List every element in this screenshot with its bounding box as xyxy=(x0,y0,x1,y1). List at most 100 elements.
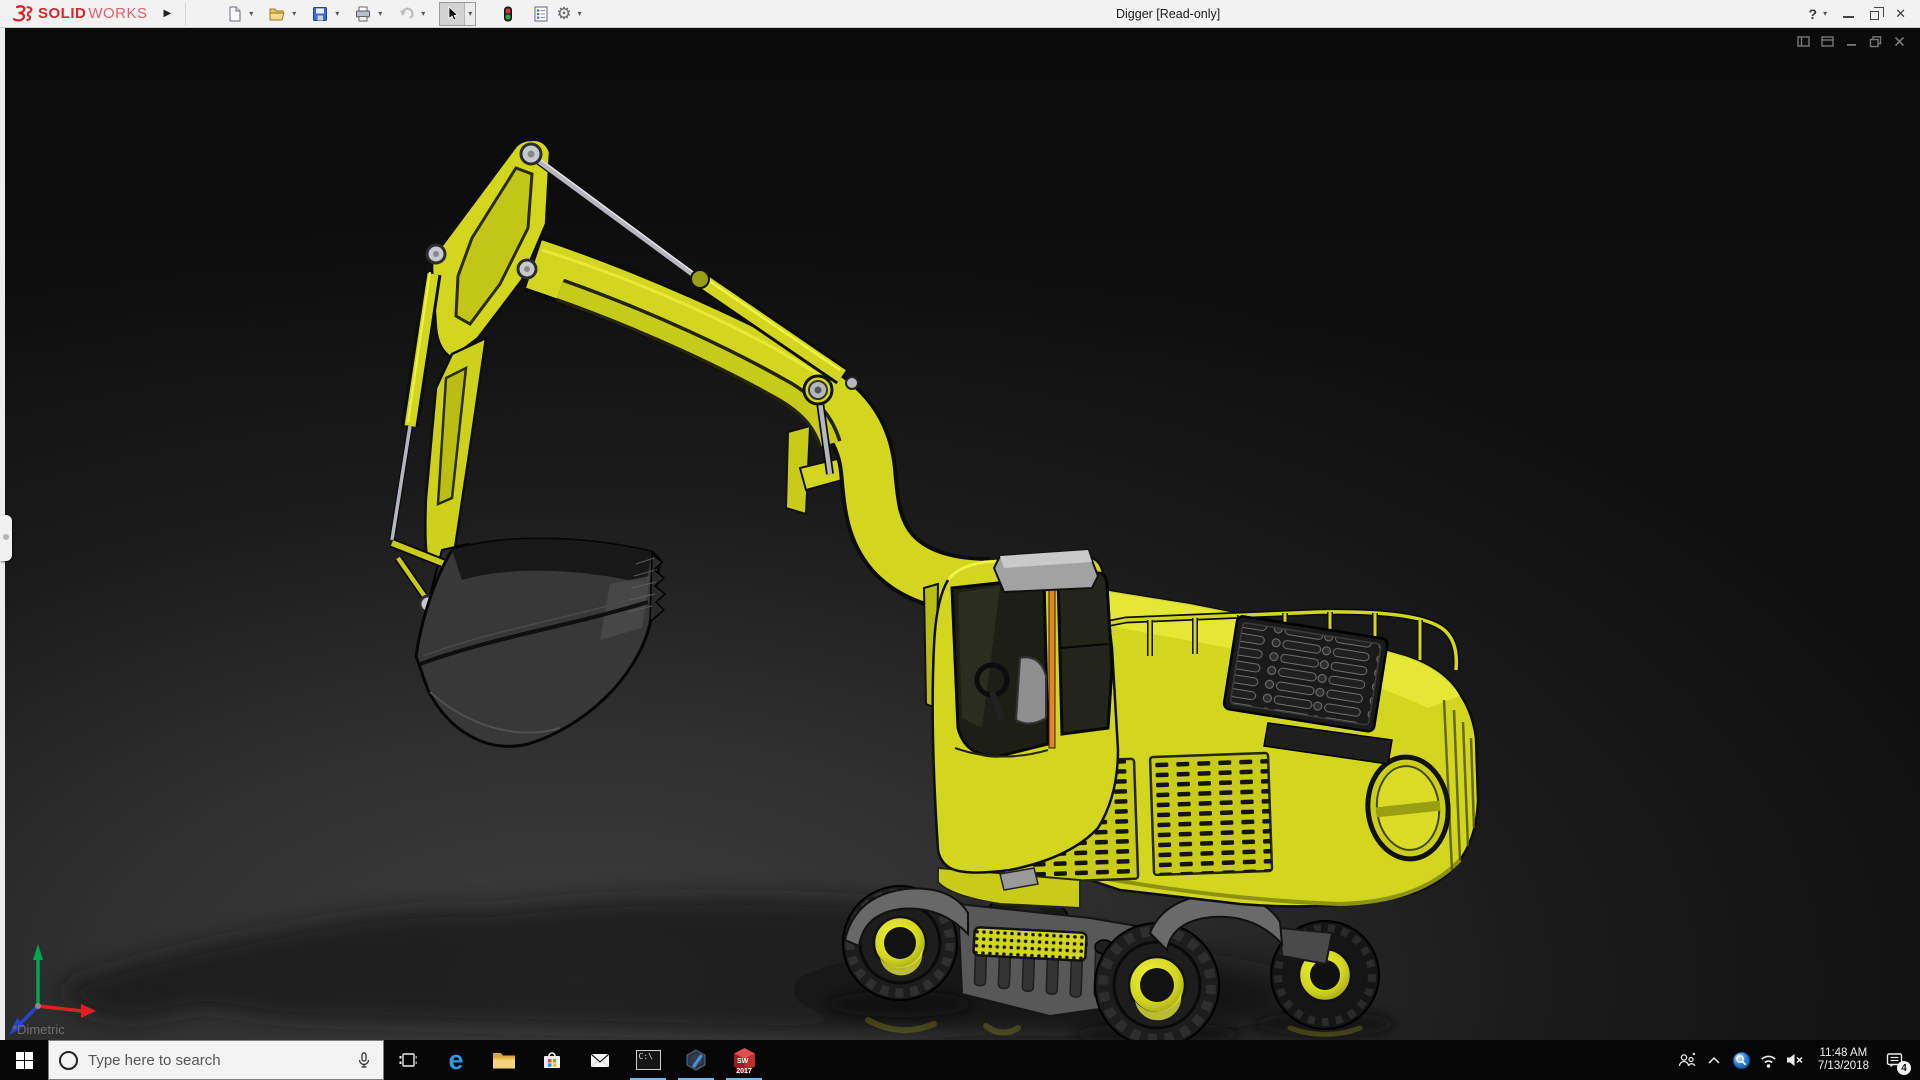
taskbar-search[interactable] xyxy=(48,1040,384,1080)
options-gear-icon: ⚙ xyxy=(556,4,572,23)
viewport-top-fade xyxy=(0,28,1920,388)
store-bag-icon xyxy=(544,1052,560,1068)
rebuild-button[interactable] xyxy=(496,2,520,26)
hidden-icons-chevron-icon xyxy=(1708,1056,1720,1064)
system-tray: 11:48 AM 7/13/2018 4 xyxy=(1674,1040,1920,1080)
undo-arrow-icon xyxy=(400,7,414,19)
options-button[interactable]: ⚙ xyxy=(553,2,574,26)
taskbar-app-store[interactable] xyxy=(528,1040,576,1080)
people-button[interactable] xyxy=(1674,1040,1701,1080)
taskbar-app-mail[interactable] xyxy=(576,1040,624,1080)
help-button[interactable]: ? xyxy=(1809,6,1818,22)
console-icon: C:\ xyxy=(635,1050,661,1070)
select-tool-group: ▾ xyxy=(439,1,477,26)
feature-manager-flyout-tab[interactable] xyxy=(0,515,12,561)
search-input[interactable] xyxy=(88,1051,345,1069)
new-dropdown-caret[interactable]: ▾ xyxy=(246,9,256,18)
edge-icon: e xyxy=(448,1044,464,1075)
select-dropdown-button[interactable]: ▾ xyxy=(464,2,476,25)
select-button-active[interactable] xyxy=(440,2,465,25)
document-title: Digger [Read-only] xyxy=(1116,7,1221,21)
options-dropdown-caret[interactable]: ▾ xyxy=(575,9,585,18)
window-controls: ? ▾ ✕ xyxy=(1809,0,1920,27)
seat xyxy=(1014,656,1047,725)
dassault-3s-icon xyxy=(12,5,33,22)
select-cursor-icon xyxy=(448,5,459,20)
file-properties-button[interactable] xyxy=(529,2,553,26)
time: 11:48 AM xyxy=(1819,1047,1868,1059)
step-grille xyxy=(972,926,1088,962)
mail-envelope-icon xyxy=(590,1053,610,1067)
taskbar-app-file-explorer[interactable] xyxy=(480,1040,528,1080)
file-properties-icon xyxy=(534,6,548,21)
action-center-button[interactable]: 4 xyxy=(1878,1040,1912,1080)
wifi-icon xyxy=(1761,1055,1776,1068)
volume-button[interactable] xyxy=(1782,1040,1809,1080)
title-bar: SOLID WORKS ▶ ▾ ▾ ▾ ▾ ▾ ▾ ⚙ ▾ Digger [Re… xyxy=(0,0,1920,28)
save-button[interactable] xyxy=(308,2,332,26)
open-button[interactable] xyxy=(265,2,289,26)
side-window xyxy=(1056,571,1114,736)
task-view-icon xyxy=(399,1053,417,1067)
new-document-button[interactable] xyxy=(222,2,246,26)
brand-solid: SOLID xyxy=(38,5,87,22)
solidworks-cube-icon: SW 2017 xyxy=(731,1047,758,1075)
pane-icon[interactable] xyxy=(1797,35,1810,48)
close-button[interactable]: ✕ xyxy=(1895,6,1906,22)
new-document-icon xyxy=(229,6,241,21)
undo-button-disabled[interactable] xyxy=(394,2,418,26)
notification-badge: 4 xyxy=(1897,1061,1911,1075)
brand-works: WORKS xyxy=(88,5,148,22)
save-floppy-icon xyxy=(313,6,328,21)
open-dropdown-caret[interactable]: ▾ xyxy=(289,9,299,18)
volume-muted-icon xyxy=(1787,1054,1803,1066)
save-dropdown-caret[interactable]: ▾ xyxy=(332,9,342,18)
doc-restore-icon[interactable] xyxy=(1869,35,1882,48)
hidden-icons-button[interactable] xyxy=(1701,1040,1728,1080)
folder-icon xyxy=(493,1053,515,1069)
windows-start-icon xyxy=(15,1051,33,1069)
undo-dropdown-caret[interactable]: ▾ xyxy=(418,9,428,18)
date: 7/13/2018 xyxy=(1817,1060,1869,1072)
open-folder-icon xyxy=(269,8,285,20)
print-dropdown-caret[interactable]: ▾ xyxy=(375,9,385,18)
taskbar-app-solidworks[interactable]: SW 2017 xyxy=(720,1040,768,1080)
help-dropdown-caret[interactable]: ▾ xyxy=(1823,9,1827,18)
people-icon xyxy=(1679,1052,1696,1067)
restore-button[interactable] xyxy=(1870,6,1884,20)
quick-access-toolbar: ▾ ▾ ▾ ▾ ▾ ▾ ⚙ ▾ xyxy=(222,0,584,27)
menu-flyout-arrow-icon[interactable]: ▶ xyxy=(160,6,176,21)
door-stripe xyxy=(1048,575,1056,749)
windows-taskbar: e C:\ xyxy=(0,1040,1920,1080)
rebuild-traffic-light-icon xyxy=(504,6,513,21)
print-icon xyxy=(356,6,371,21)
microphone-icon[interactable] xyxy=(355,1051,373,1069)
side-vent-panel-2 xyxy=(1148,751,1274,877)
svg-text:SW: SW xyxy=(737,1058,749,1065)
taskbar-app-edrawings[interactable] xyxy=(672,1040,720,1080)
divider xyxy=(185,2,187,25)
taskbar-app-edge[interactable]: e xyxy=(432,1040,480,1080)
start-button[interactable] xyxy=(0,1040,48,1080)
resource-monitor-icon xyxy=(1732,1051,1751,1069)
doc-close-icon[interactable] xyxy=(1893,35,1906,48)
resource-monitor-button[interactable] xyxy=(1728,1040,1755,1080)
doc-minimize-icon[interactable] xyxy=(1845,35,1858,48)
taskbar-clock[interactable]: 11:48 AM 7/13/2018 xyxy=(1809,1047,1878,1073)
3d-viewport[interactable]: *Dimetric xyxy=(0,28,1920,1040)
cortana-circle-icon xyxy=(59,1050,78,1070)
minimize-button[interactable] xyxy=(1843,15,1855,18)
task-view-button[interactable] xyxy=(384,1040,432,1080)
taskbar-app-command-prompt[interactable]: C:\ xyxy=(624,1040,672,1080)
bucket-teeth xyxy=(649,552,667,624)
excavator-model-scene xyxy=(0,28,1920,1040)
roof-muffler-box xyxy=(992,548,1100,594)
view-orientation-label: *Dimetric xyxy=(12,1022,65,1037)
document-window-controls xyxy=(1797,35,1906,48)
hexagon-badge-icon xyxy=(686,1049,706,1071)
pane-icon[interactable] xyxy=(1821,35,1834,48)
print-button[interactable] xyxy=(351,2,375,26)
bucket xyxy=(414,537,667,748)
solidworks-menu-button[interactable]: SOLID WORKS ▶ xyxy=(0,0,181,27)
network-button[interactable] xyxy=(1755,1040,1782,1080)
